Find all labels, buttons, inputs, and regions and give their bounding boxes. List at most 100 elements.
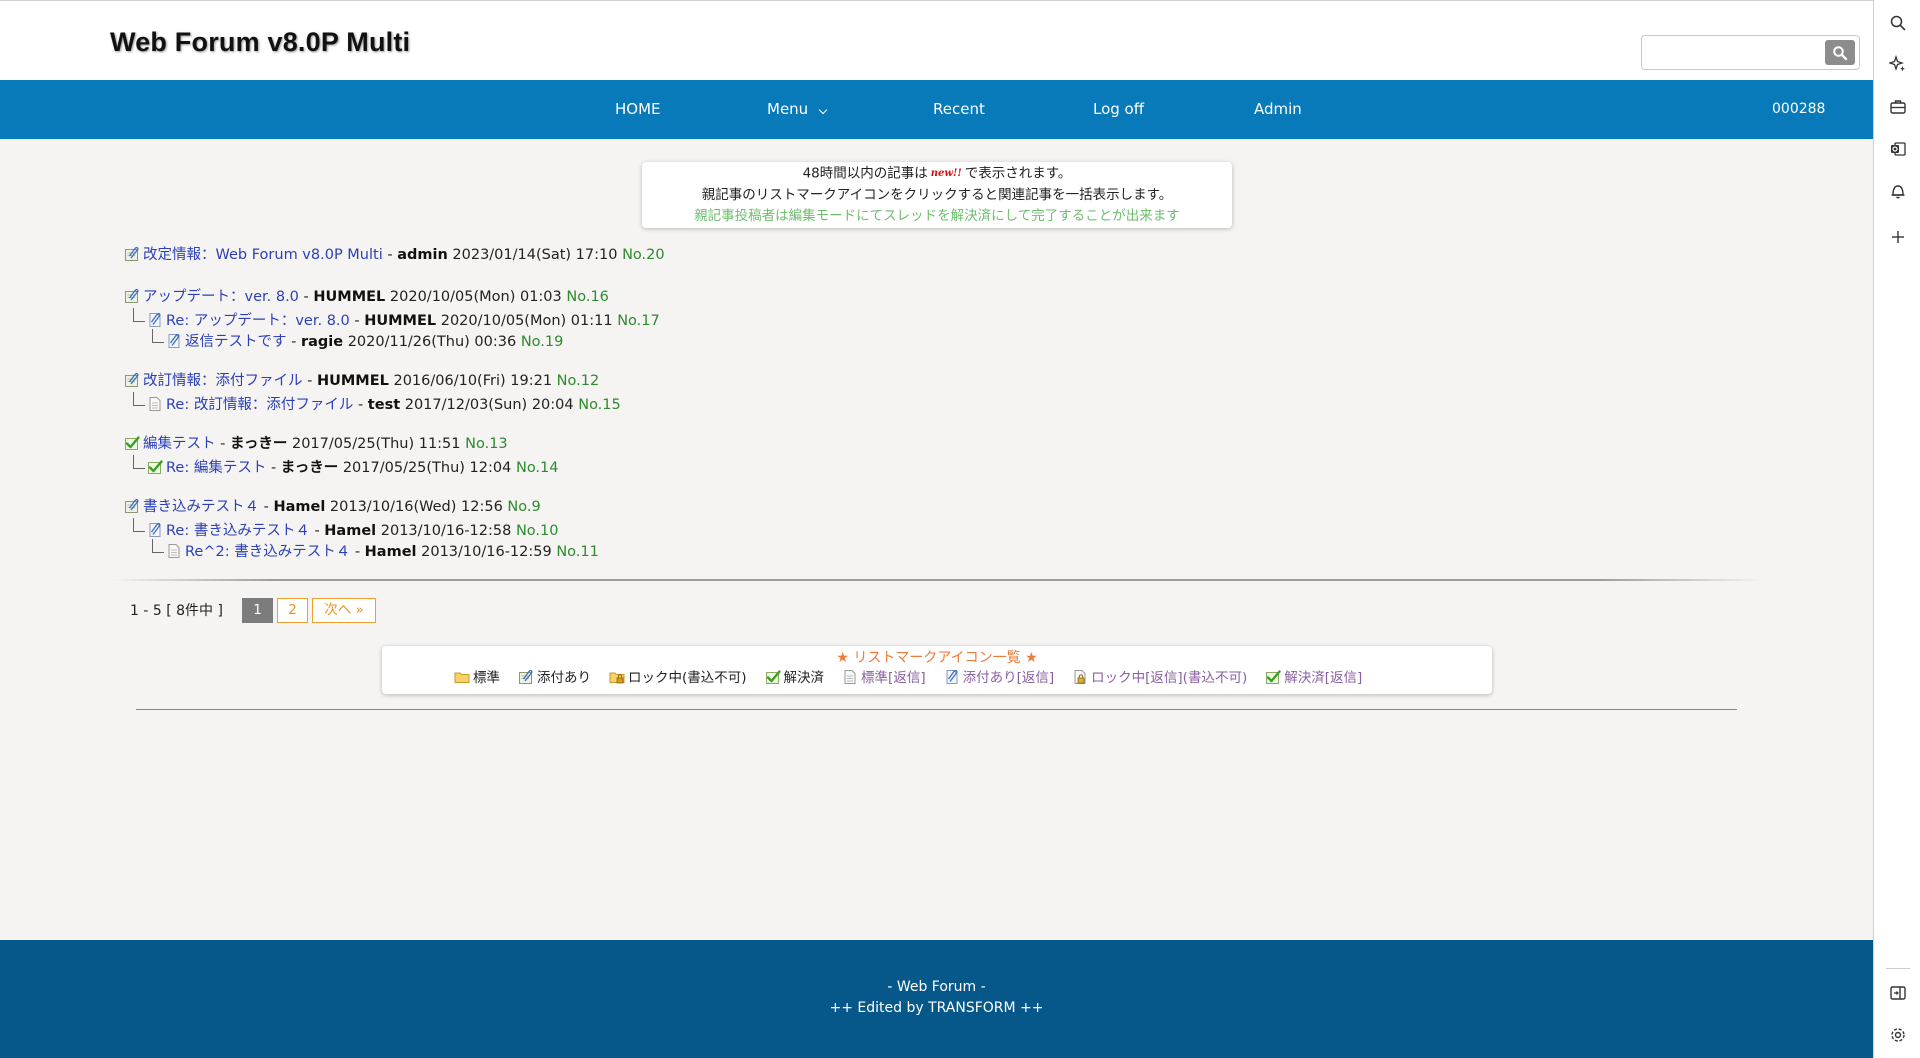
post-date: 2013/10/16-12:59 [421, 544, 552, 560]
post-title-link[interactable]: アップデート：ver. 8.0 [143, 289, 299, 305]
document-icon[interactable] [166, 543, 182, 559]
post-date: 2017/05/25(Thu) 11:51 [291, 436, 461, 452]
post-title-link[interactable]: Re: 書き込みテスト４ [166, 523, 310, 539]
page-1-current[interactable]: 1 [242, 598, 273, 623]
attach-reply-icon[interactable] [166, 333, 182, 349]
post-author: まっきー [229, 436, 288, 452]
notice-line-3: 親記事投稿者は編集モードにてスレッドを解決済にして完了することが出来ます [694, 207, 1180, 224]
nav-logoff-label: Log off [1093, 100, 1145, 118]
thread-post: Re: 改訂情報：添付ファイル - test 2017/12/03(Sun) 2… [133, 392, 621, 413]
nav-recent[interactable]: Recent [933, 80, 985, 139]
legend-item-label: 標準 [473, 670, 500, 686]
legend-item: 解決済 [765, 668, 824, 689]
post-date: 2016/06/10(Fri) 19:21 [393, 373, 553, 389]
post-number: No.10 [515, 523, 559, 539]
notice-text-before: 48時間以内の記事は [802, 165, 928, 182]
separator: - [298, 289, 314, 305]
nav-admin[interactable]: Admin [1254, 80, 1302, 139]
nav-menu[interactable]: Menu [767, 80, 828, 139]
legend-item-label: 添付あり[返信] [962, 670, 1055, 686]
legend-item: ロック中[返信](書込不可) [1072, 668, 1247, 689]
post-date: 2023/01/14(Sat) 17:10 [452, 247, 618, 263]
attach-reply-icon[interactable] [147, 522, 163, 538]
legend-item-label: 解決済[返信] [1284, 670, 1363, 686]
nav-home[interactable]: HOME [615, 80, 661, 139]
post-number: No.20 [622, 247, 665, 263]
notice-line-1: 48時間以内の記事は new!! で表示されます。 [642, 163, 1232, 185]
post-title-link[interactable]: 編集テスト [143, 436, 216, 452]
tree-connector [133, 308, 145, 322]
search-box [1641, 35, 1860, 70]
post-author: test [367, 397, 401, 413]
next-page-link[interactable]: 次へ » [312, 598, 376, 623]
legend-item-label: 標準[返信] [861, 670, 926, 686]
legend-item-label: ロック中[返信](書込不可) [1091, 670, 1248, 686]
toolbox-icon[interactable] [1889, 98, 1907, 116]
attach-icon[interactable] [124, 246, 140, 262]
tree-connector [152, 539, 164, 553]
check-icon[interactable] [124, 435, 140, 451]
attach-reply-icon [944, 669, 960, 685]
nav-home-label: HOME [615, 100, 661, 118]
outlook-icon[interactable] [1889, 140, 1907, 158]
post-author: HUMMEL [364, 313, 437, 329]
separator: - [349, 313, 365, 329]
divider [136, 709, 1737, 710]
search-icon[interactable] [1889, 14, 1907, 32]
attach-icon[interactable] [124, 498, 140, 514]
chevron-down-icon [818, 105, 828, 115]
post-number: No.14 [515, 460, 559, 476]
sidebar-separator [1886, 968, 1910, 969]
thread-post: Re^2: 書き込みテスト４ - Hamel 2013/10/16-12:59 … [152, 539, 599, 560]
separator: - [215, 436, 230, 452]
attach-icon[interactable] [124, 372, 140, 388]
page-2-link[interactable]: 2 [277, 598, 308, 623]
post-title-link[interactable]: 改訂情報：添付ファイル [143, 373, 303, 389]
post-number: No.17 [617, 313, 660, 329]
legend-items: 標準 添付あり ロック中(書込不可) 解決済 標準[返信] 添付あり[返信] ロック中[返信… [454, 668, 1380, 689]
separator: - [286, 334, 301, 350]
post-title-link[interactable]: Re^2: 書き込みテスト４ [185, 544, 350, 560]
check-icon[interactable] [147, 459, 163, 475]
sparkle-icon[interactable] [1889, 55, 1907, 73]
post-title-link[interactable]: Re: 編集テスト [166, 460, 266, 476]
tree-connector [133, 392, 145, 406]
legend-item: 解決済[返信] [1265, 668, 1362, 689]
legend-item-label: 添付あり [537, 670, 591, 686]
thread-post: Re: 編集テスト - まっきー 2017/05/25(Thu) 12:04 N… [133, 455, 559, 476]
site-title[interactable]: Web Forum v8.0P Multi [110, 27, 410, 58]
separator: - [353, 397, 368, 413]
post-title-link[interactable]: Re: 改訂情報：添付ファイル [166, 397, 353, 413]
post-number: No.12 [556, 373, 600, 389]
divider [110, 579, 1764, 581]
post-date: 2020/11/26(Thu) 00:36 [347, 334, 517, 350]
thread-post: 編集テスト - まっきー 2017/05/25(Thu) 11:51 No.13 [124, 434, 508, 455]
nav-logoff[interactable]: Log off [1093, 80, 1144, 139]
thread-post: 書き込みテスト４ - Hamel 2013/10/16(Wed) 12:56 N… [124, 497, 541, 518]
search-icon [1833, 46, 1848, 61]
plus-icon[interactable] [1889, 228, 1907, 246]
search-button[interactable] [1825, 40, 1855, 65]
attach-reply-icon[interactable] [147, 312, 163, 328]
post-title-link[interactable]: 書き込みテスト４ [143, 499, 259, 515]
post-date: 2017/05/25(Thu) 12:04 [342, 460, 512, 476]
document-icon [842, 669, 858, 685]
new-badge: new!! [930, 168, 962, 179]
document-icon[interactable] [147, 396, 163, 412]
settings-icon[interactable] [1889, 1026, 1907, 1044]
bell-icon[interactable] [1889, 182, 1907, 200]
attach-icon[interactable] [124, 288, 140, 304]
legend-item: 標準[返信] [842, 668, 926, 689]
nav-menu-label: Menu [767, 100, 809, 118]
post-number: No.13 [465, 436, 508, 452]
footer-credit[interactable]: ++ Edited by TRANSFORM ++ [0, 998, 1873, 1019]
split-screen-icon[interactable] [1889, 984, 1907, 1002]
post-author: admin [397, 247, 448, 263]
post-title-link[interactable]: 改定情報：Web Forum v8.0P Multi [143, 247, 383, 263]
post-title-link[interactable]: 返信テストです [185, 334, 287, 350]
search-input[interactable] [1646, 39, 1822, 66]
legend-item: 添付あり [518, 668, 591, 689]
check-icon [1265, 669, 1281, 685]
post-title-link[interactable]: Re: アップデート：ver. 8.0 [166, 313, 350, 329]
post-number: No.9 [507, 499, 541, 515]
